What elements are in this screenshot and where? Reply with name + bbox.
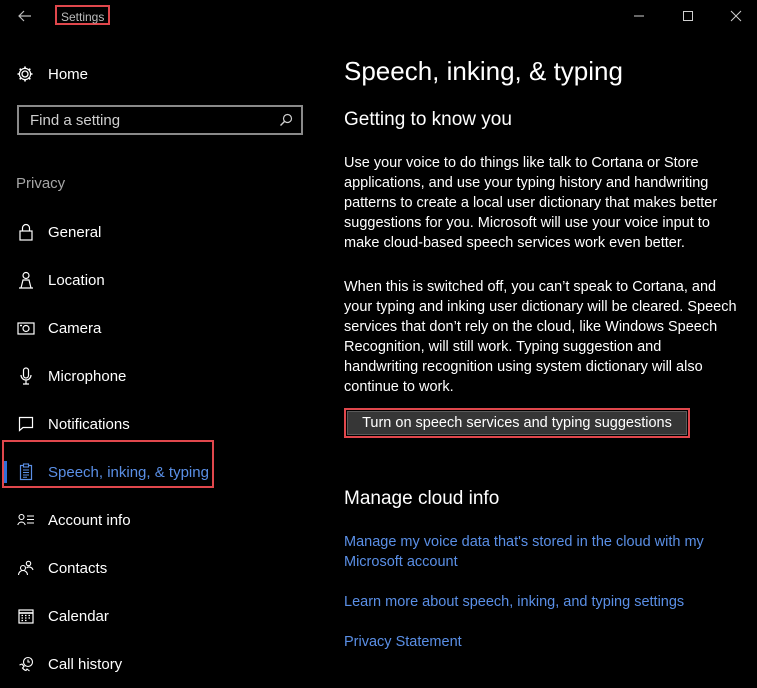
sidebar: Home Privacy General — [0, 32, 328, 673]
back-arrow-icon — [18, 10, 31, 22]
sidebar-item-label: Account info — [48, 511, 131, 529]
microphone-icon — [16, 366, 36, 386]
sidebar-item-label: Microphone — [48, 367, 127, 385]
account-info-icon — [16, 510, 36, 530]
sidebar-item-location[interactable]: Location — [0, 256, 328, 304]
maximize-button[interactable] — [678, 6, 698, 26]
switched-off-paragraph: When this is switched off, you can’t spe… — [344, 279, 737, 395]
maximize-icon — [683, 11, 693, 21]
title-bar: Settings — [0, 0, 757, 32]
privacy-statement-link[interactable]: Privacy Statement — [344, 632, 739, 652]
sidebar-item-calendar[interactable]: Calendar — [0, 592, 328, 640]
sidebar-item-contacts[interactable]: Contacts — [0, 544, 328, 592]
description-paragraph: Use your voice to do things like talk to… — [344, 155, 718, 251]
minimize-icon — [634, 15, 644, 17]
privacy-section-heading: Privacy — [16, 175, 66, 192]
search-icon[interactable] — [277, 111, 295, 129]
sidebar-item-label: General — [48, 223, 102, 241]
turn-on-speech-services-button[interactable]: Turn on speech services and typing sugge… — [344, 408, 690, 438]
search-box[interactable] — [17, 105, 303, 135]
back-button[interactable] — [12, 5, 38, 27]
home-nav-item[interactable]: Home — [16, 62, 88, 86]
window-title: Settings — [55, 5, 111, 25]
clipboard-icon — [16, 462, 36, 482]
page-title: Speech, inking, & typing — [344, 56, 623, 86]
sidebar-item-notifications[interactable]: Notifications — [0, 400, 328, 448]
getting-to-know-you-heading: Getting to know you — [344, 109, 512, 130]
notification-icon — [16, 414, 36, 434]
close-button[interactable] — [726, 6, 746, 26]
sidebar-item-call-history[interactable]: Call history — [0, 640, 328, 688]
camera-icon — [16, 318, 36, 338]
gear-icon — [17, 66, 33, 82]
settings-window: Settings Home Find a setting Privacy Gen… — [0, 0, 757, 673]
privacy-nav-list: General Location Camera Microphone Notif… — [0, 208, 328, 688]
sidebar-item-microphone[interactable]: Microphone — [0, 352, 328, 400]
close-icon — [730, 10, 742, 22]
sidebar-item-speech-inking-typing[interactable]: Speech, inking, & typing — [0, 448, 328, 496]
person-pin-icon — [16, 270, 36, 290]
sidebar-item-label: Location — [48, 271, 105, 289]
sidebar-item-label: Notifications — [48, 415, 130, 433]
lock-icon — [16, 222, 36, 242]
active-indicator — [4, 461, 7, 483]
manage-voice-data-link[interactable]: Manage my voice data that's stored in th… — [344, 532, 739, 572]
minimize-button[interactable] — [629, 6, 649, 26]
home-label: Home — [48, 65, 89, 83]
call-history-icon — [16, 654, 36, 674]
learn-more-link[interactable]: Learn more about speech, inking, and typ… — [344, 592, 739, 612]
sidebar-item-general[interactable]: General — [0, 208, 328, 256]
contacts-icon — [16, 558, 36, 578]
button-label: Turn on speech services and typing sugge… — [347, 411, 687, 435]
sidebar-item-label: Calendar — [48, 607, 109, 625]
sidebar-item-label: Contacts — [48, 559, 108, 577]
calendar-icon — [16, 606, 36, 626]
manage-cloud-info-heading: Manage cloud info — [344, 488, 500, 509]
sidebar-item-label: Call history — [48, 655, 123, 673]
sidebar-item-label: Speech, inking, & typing — [48, 463, 209, 481]
sidebar-item-camera[interactable]: Camera — [0, 304, 328, 352]
sidebar-item-label: Camera — [48, 319, 102, 337]
sidebar-item-account-info[interactable]: Account info — [0, 496, 328, 544]
search-input[interactable] — [28, 110, 277, 130]
